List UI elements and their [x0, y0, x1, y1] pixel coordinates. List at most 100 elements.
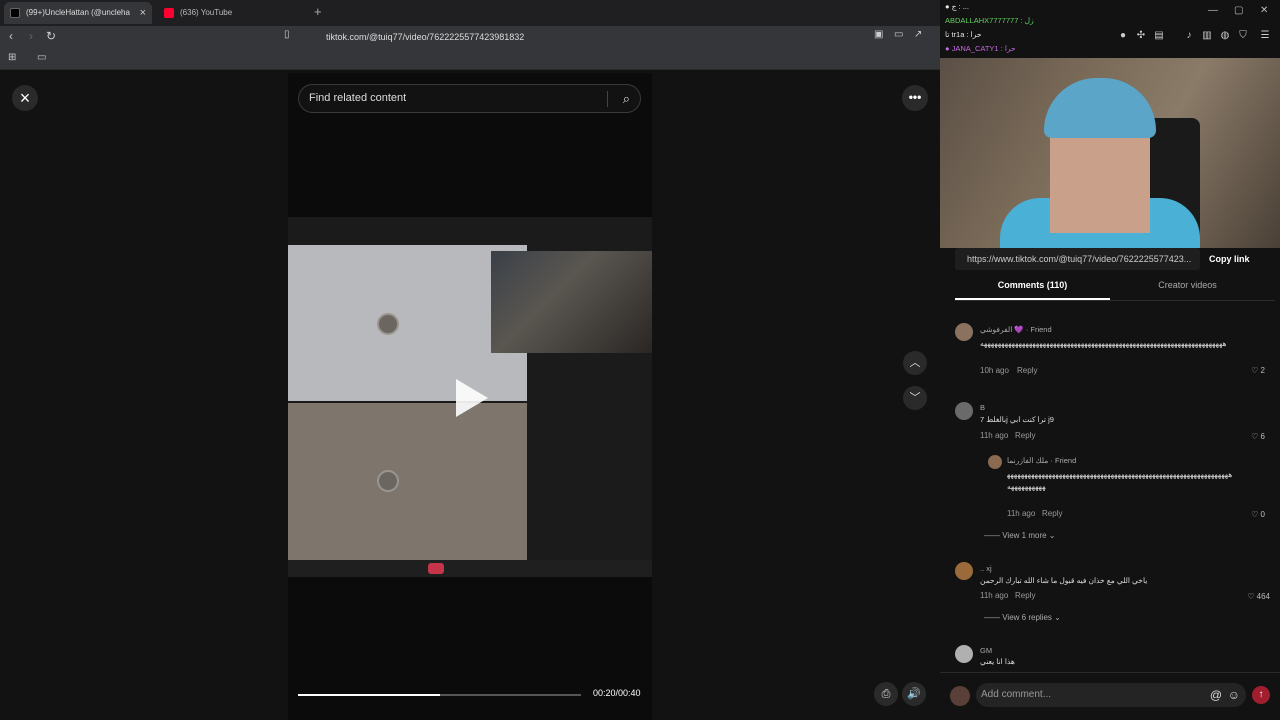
minimize-icon[interactable]: —	[1208, 5, 1218, 16]
send-icon[interactable]: ↑	[1252, 686, 1270, 704]
address-bar[interactable]: tiktok.com/@tuiq77/video/762222557742398…	[300, 28, 900, 46]
reply-button[interactable]: Reply	[1015, 431, 1035, 440]
comment-input[interactable]: Add comment... @ ☺	[976, 683, 1246, 707]
volume-icon[interactable]: 🔊	[902, 682, 926, 706]
comment-author[interactable]: ملك الفازرنما · Friend	[1007, 456, 1076, 465]
like-count-value: 2	[1260, 366, 1265, 375]
heart-icon: ♡	[1251, 432, 1259, 441]
comment-composer: Add comment... @ ☺ ↑	[940, 672, 1280, 720]
tab-tiktok[interactable]: (99+)UncleHattan (@uncleha ×	[4, 2, 152, 24]
chevron-down-icon: ⌄	[1054, 613, 1061, 622]
chat-line: ● JANA_CATY1 : حرا	[945, 44, 1016, 53]
cast-icon[interactable]: ▭	[894, 29, 903, 40]
forward-icon[interactable]: ›	[29, 29, 33, 43]
chevron-up-icon[interactable]: ︿	[903, 351, 927, 375]
shield-icon[interactable]: ⛉	[1237, 30, 1249, 42]
extension-icon[interactable]: ●	[1117, 30, 1129, 42]
tab-comments[interactable]: Comments (110)	[955, 280, 1110, 300]
puzzle-icon[interactable]: ✣	[1135, 30, 1147, 42]
apps-grid-icon[interactable]: ⊞	[8, 52, 16, 63]
comment-time: 11h ago	[980, 591, 1009, 600]
comment-author[interactable]: GM	[980, 646, 992, 655]
comment-time: 11h ago	[1007, 509, 1036, 518]
progress-fill	[298, 694, 440, 696]
panel-tabs: Comments (110) Creator videos	[955, 280, 1275, 300]
close-window-icon[interactable]: ✕	[1260, 5, 1268, 16]
streamer-webcam	[940, 58, 1280, 248]
like-count[interactable]: ♡ 2	[1240, 366, 1265, 375]
comment-time: 10h ago	[980, 366, 1009, 375]
youtube-icon	[164, 8, 174, 18]
avatar[interactable]	[955, 562, 973, 580]
tab-label: (99+)UncleHattan (@uncleha	[26, 8, 130, 17]
mention-icon[interactable]: @	[1210, 683, 1222, 707]
profile-icon[interactable]: ◍	[1219, 30, 1231, 42]
chat-line: تا tr1a : حرا	[945, 30, 982, 39]
like-count[interactable]: ♡ 6	[1240, 432, 1265, 441]
tab-youtube[interactable]: (636) YouTube	[158, 2, 308, 24]
like-count[interactable]: ♡ 0	[1240, 510, 1265, 519]
webcam-figure	[1044, 78, 1156, 138]
play-icon[interactable]	[456, 379, 488, 417]
download-icon[interactable]: ▤	[1153, 30, 1165, 42]
search-placeholder: Find related content	[309, 92, 407, 104]
time-display: 00:20/00:40	[593, 688, 641, 698]
bookmark-bar: ⊞ ▭	[0, 48, 940, 70]
view-more-replies[interactable]: —— View 6 replies ⌄	[984, 613, 1061, 622]
tab-creator-videos[interactable]: Creator videos	[1110, 280, 1265, 300]
share-link-text[interactable]: https://www.tiktok.com/@tuiq77/video/762…	[955, 248, 1200, 270]
bookmark-icon[interactable]: ▯	[284, 29, 290, 40]
close-tab-icon[interactable]: ×	[140, 2, 146, 24]
avatar[interactable]	[955, 645, 973, 663]
restore-icon[interactable]: ▢	[1234, 5, 1243, 16]
heart-icon: ♡	[1251, 510, 1259, 519]
reload-icon[interactable]: ↻	[46, 29, 56, 43]
search-icon[interactable]: ⌕	[623, 85, 630, 112]
more-options-icon[interactable]: •••	[902, 85, 928, 111]
emoji-icon[interactable]: ☺	[1228, 683, 1240, 707]
share-icon[interactable]: ↗	[914, 29, 922, 40]
avatar	[377, 313, 399, 335]
view-more-replies[interactable]: —— View 1 more ⌄	[984, 531, 1056, 540]
view-more-label: View 6 replies	[1002, 613, 1052, 622]
side-panel: ● ج : ... ABDALLAHX7777777 : زل تا tr1a …	[940, 0, 1280, 720]
extensions-row: ● ✣ ▤ ♪ ▥ ◍ ⛉ ☰	[1115, 30, 1280, 46]
avatar	[377, 470, 399, 492]
comment-text: بالغلط 7j ترا كنت ابي j9	[980, 415, 1054, 424]
video-player[interactable]: Find related content ⌕ 00:20/00:40	[288, 73, 652, 720]
call-controls	[288, 560, 652, 577]
search-input[interactable]: Find related content ⌕	[298, 84, 641, 113]
chevron-down-icon: ⌄	[1048, 531, 1056, 540]
comment-placeholder: Add comment...	[981, 689, 1052, 700]
back-icon[interactable]: ‹	[9, 29, 13, 43]
sidebar-icon[interactable]: ▥	[1201, 30, 1213, 42]
menu-icon[interactable]: ☰	[1259, 30, 1271, 42]
comment-author[interactable]: الفرفوشي 💜 · Friend	[980, 325, 1052, 334]
like-count[interactable]: ♡ 464	[1235, 592, 1270, 601]
chevron-down-icon[interactable]: ﹀	[903, 386, 927, 410]
progress-bar[interactable]	[298, 694, 581, 696]
captions-icon[interactable]: ⎙	[874, 682, 898, 706]
search-divider	[607, 91, 608, 107]
reply-button[interactable]: Reply	[1017, 366, 1037, 375]
tiktok-icon	[10, 8, 20, 18]
reply-button[interactable]: Reply	[1015, 591, 1035, 600]
tab-label: (636) YouTube	[180, 8, 233, 17]
reader-icon[interactable]: ▣	[874, 29, 883, 40]
music-icon[interactable]: ♪	[1183, 30, 1195, 42]
view-more-label: View 1 more	[1002, 531, 1047, 540]
copy-link-button[interactable]: Copy link	[1209, 248, 1250, 270]
new-tab-button[interactable]: +	[314, 4, 322, 19]
reply-button[interactable]: Reply	[1042, 509, 1062, 518]
folder-icon[interactable]: ▭	[37, 52, 46, 63]
avatar[interactable]	[955, 323, 973, 341]
end-call-icon	[428, 563, 444, 574]
avatar[interactable]	[988, 455, 1002, 469]
close-icon[interactable]: ×	[12, 85, 38, 111]
avatar[interactable]	[955, 402, 973, 420]
chat-line: ● ج : ...	[945, 2, 969, 11]
comment-text: هههههههههههههههههههههههههههههههههههههههه…	[1007, 470, 1233, 491]
chat-line: ABDALLAHX7777777 : زل	[945, 16, 1034, 25]
comment-author[interactable]: B	[980, 403, 985, 412]
comment-author[interactable]: .. xj	[980, 564, 992, 573]
